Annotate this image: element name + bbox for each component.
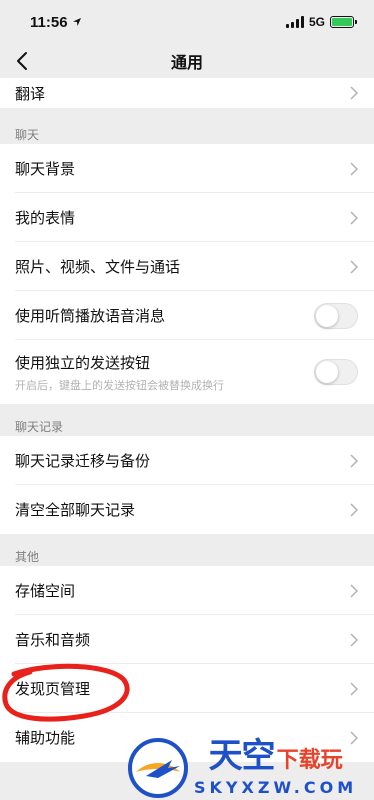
- row-label: 照片、视频、文件与通话: [15, 258, 181, 276]
- chevron-right-icon: [350, 453, 358, 468]
- row-label: 使用独立的发送按钮: [15, 353, 151, 372]
- status-bar: 11:56 5G: [0, 0, 374, 44]
- row-label: 辅助功能: [15, 729, 76, 747]
- settings-row-discover-management[interactable]: 发现页管理: [0, 664, 374, 713]
- chevron-right-icon: [350, 210, 358, 225]
- toggle-knob: [316, 304, 338, 327]
- settings-row-storage[interactable]: 存储空间: [0, 566, 374, 615]
- location-arrow-icon: [72, 18, 81, 26]
- watermark-title-small: 下载玩: [276, 747, 343, 773]
- row-label: 存储空间: [15, 582, 76, 600]
- watermark: 天空 下载玩 SKYXZW.COM: [128, 735, 374, 800]
- chevron-right-icon: [350, 86, 358, 100]
- settings-row-migrate-backup[interactable]: 聊天记录迁移与备份: [0, 436, 374, 485]
- network-type: 5G: [308, 15, 325, 29]
- section-header-other: 其他: [15, 550, 40, 564]
- chevron-right-icon: [350, 502, 358, 517]
- row-texts: 使用独立的发送按钮 开启后，键盘上的发送按钮会被替换成换行: [15, 352, 224, 393]
- row-label: 清空全部聊天记录: [15, 501, 136, 519]
- status-indicators: 5G: [285, 15, 357, 29]
- settings-row-translate[interactable]: 翻译: [0, 78, 374, 108]
- row-label: 音乐和音频: [15, 631, 91, 649]
- battery-charging-icon: [330, 16, 357, 28]
- navigation-bar: 通用: [0, 44, 374, 78]
- settings-row-earpiece: 使用听筒播放语音消息: [0, 291, 374, 340]
- page-title: 通用: [170, 53, 203, 72]
- row-label: 聊天背景: [15, 160, 76, 178]
- row-label: 翻译: [15, 84, 46, 103]
- settings-row-send-button: 使用独立的发送按钮 开启后，键盘上的发送按钮会被替换成换行: [0, 340, 374, 404]
- row-label: 我的表情: [15, 209, 76, 227]
- back-chevron-icon[interactable]: [12, 50, 34, 72]
- row-label: 聊天记录迁移与备份: [15, 452, 151, 470]
- settings-row-chat-background[interactable]: 聊天背景: [0, 144, 374, 193]
- watermark-texts: 天空 下载玩 SKYXZW.COM: [194, 739, 357, 797]
- toggle-knob: [316, 361, 338, 383]
- watermark-logo-icon: [128, 737, 188, 798]
- chevron-right-icon: [350, 259, 358, 274]
- status-time: 11:56: [30, 13, 68, 31]
- settings-row-clear-history[interactable]: 清空全部聊天记录: [0, 485, 374, 534]
- watermark-title-big: 天空: [208, 735, 276, 776]
- row-label: 发现页管理: [15, 680, 91, 698]
- send-button-toggle[interactable]: [314, 359, 358, 385]
- chevron-right-icon: [350, 161, 358, 176]
- watermark-domain: SKYXZW.COM: [194, 777, 358, 797]
- settings-row-music-audio[interactable]: 音乐和音频: [0, 615, 374, 664]
- settings-row-media-files[interactable]: 照片、视频、文件与通话: [0, 242, 374, 291]
- section-header-chat-history: 聊天记录: [15, 420, 64, 434]
- settings-row-my-stickers[interactable]: 我的表情: [0, 193, 374, 242]
- watermark-title: 天空 下载玩: [209, 739, 343, 776]
- row-description: 开启后，键盘上的发送按钮会被替换成换行: [15, 378, 224, 392]
- chevron-right-icon: [350, 583, 358, 598]
- signal-icon: [285, 16, 304, 28]
- chevron-right-icon: [350, 681, 358, 696]
- section-header-chat: 聊天: [15, 128, 40, 142]
- settings-list: 翻译 聊天 聊天背景 我的表情 照片、视频、文件与通话 使用听筒播放语音消息 使…: [0, 78, 374, 800]
- row-label: 使用听筒播放语音消息: [15, 307, 166, 325]
- chevron-right-icon: [350, 632, 358, 647]
- earpiece-toggle[interactable]: [314, 302, 358, 329]
